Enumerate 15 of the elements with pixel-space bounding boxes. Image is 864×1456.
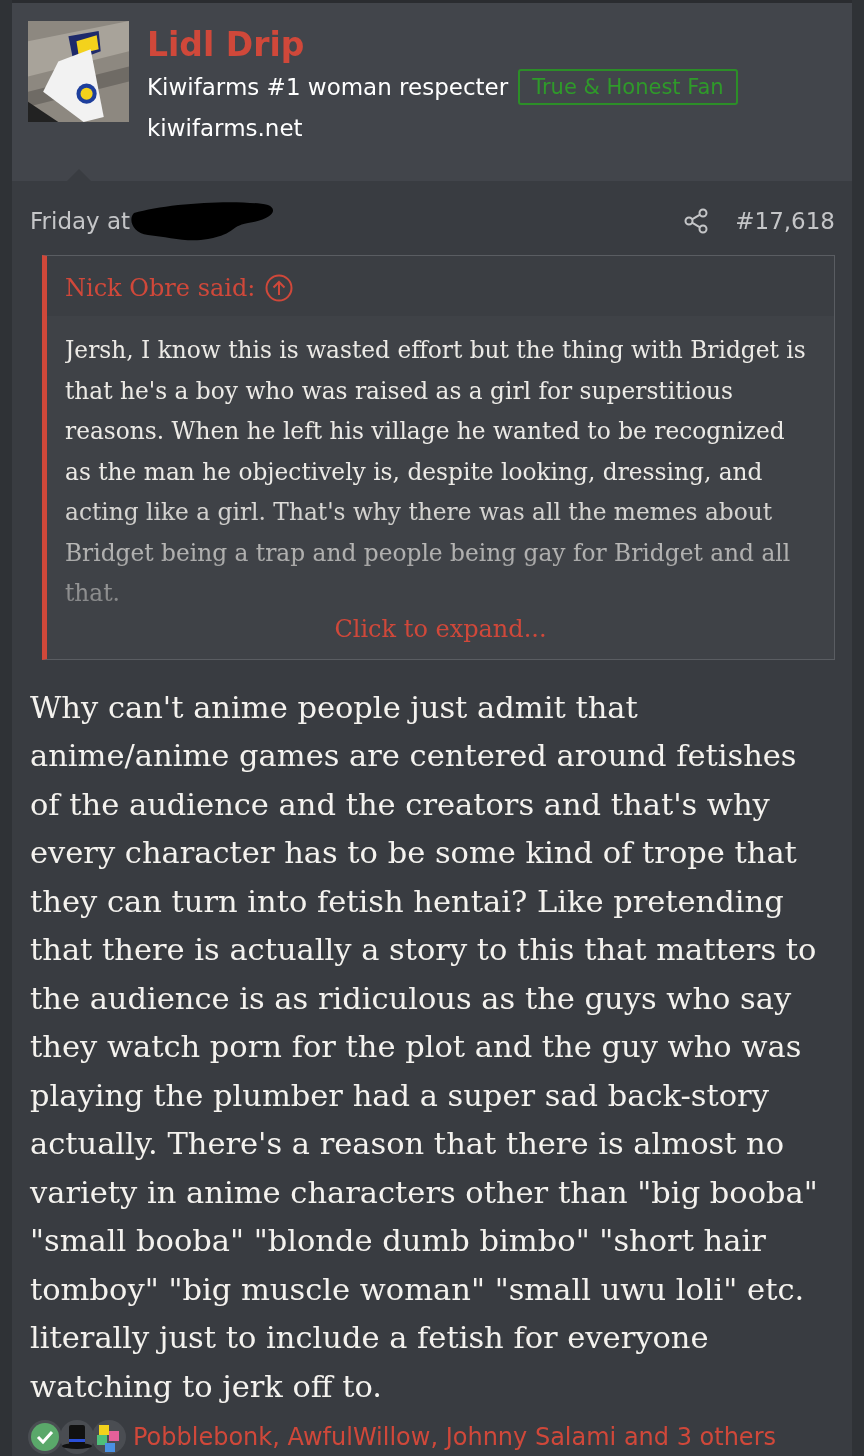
check-reaction-icon	[27, 1419, 63, 1455]
post-body: Why can't anime people just admit that anime/anime games are centered around fetishes of the audience and the creators and that's why every character has to be some kind of trope that they can turn into fetish hentai? Like pretending that there is actually a story to this that matters to the audience is as ridiculous as the guys who say they watch porn for the plot and the guy who was playing the plumber had a super sad back-story actually. There's a reason that there is almost no variety in anime characters other than "big booba" "small booba" "blonde dumb bimbo" "short hair tomboy" "big muscle woman" "small uwu loli" etc. literally just to include a fetish for everyone watching to jerk off to.	[30, 688, 819, 1406]
share-icon[interactable]	[683, 208, 710, 234]
expand-link[interactable]: Click to expand...	[334, 614, 547, 643]
post-date[interactable]: Friday at	[30, 208, 131, 234]
site-label: kiwifarms.net	[147, 115, 303, 142]
puzzle-icon	[91, 1419, 127, 1455]
reaction-names[interactable]: Pobblebonk, AwfulWillow, Johnny Salami and 3 others	[133, 1423, 776, 1451]
quote-text: Jersh, I know this is wasted effort but the thing with Bridget is that he's a boy who was raised as a girl for superstitious reasons. When he left his village he wanted to be recognized as the man he objectively is, despite looking, dressing, and acting like a girl. That's why there was all the memes about Bridget being a trap and people being gay for Bridget and all that.	[65, 335, 807, 608]
author-name[interactable]: Lidl Drip	[147, 27, 305, 64]
quote-attribution[interactable]: Nick Obre said:	[65, 274, 256, 302]
post-number[interactable]: #17,618	[735, 208, 835, 234]
top-hat-icon	[59, 1419, 95, 1455]
user-banner: True & Honest Fan	[518, 69, 738, 106]
user-title: Kiwifarms #1 woman respecter	[147, 74, 509, 101]
